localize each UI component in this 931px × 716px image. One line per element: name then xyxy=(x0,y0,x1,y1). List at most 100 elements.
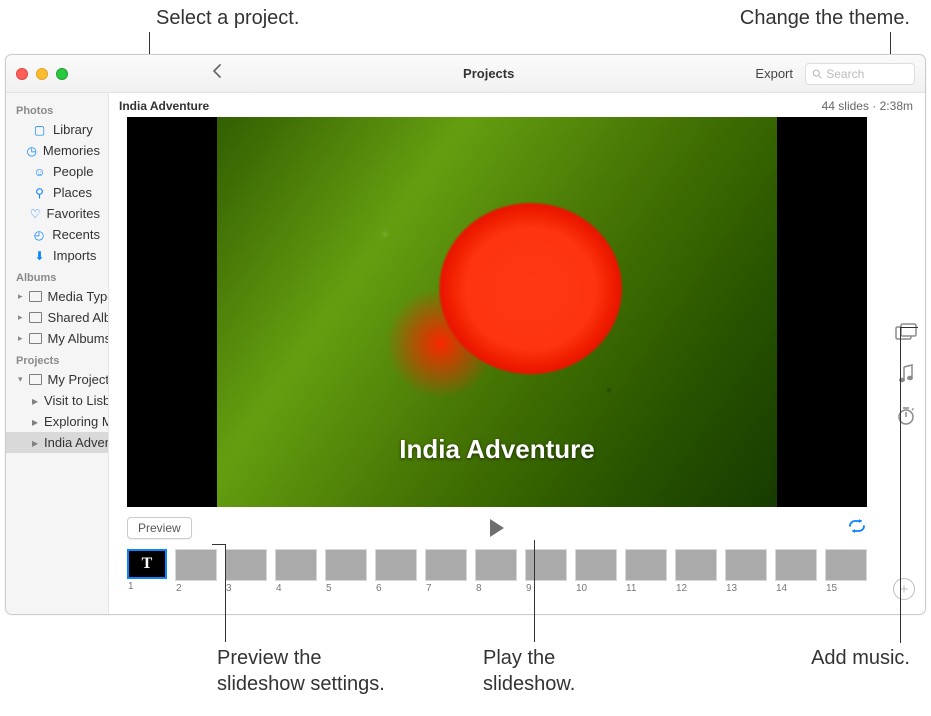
folder-icon xyxy=(29,289,42,304)
sidebar-item-visit-to-lisbon[interactable]: ▸Visit to Lisbon xyxy=(6,390,108,411)
callout-add-music: Add music. xyxy=(811,645,910,671)
thumbnail-image xyxy=(475,549,517,581)
slideshow-icon: ▸ xyxy=(32,414,38,429)
thumbnail[interactable]: 5 xyxy=(325,549,367,594)
callout-line xyxy=(225,544,226,642)
thumbnail[interactable]: 4 xyxy=(275,549,317,594)
thumbnail-image xyxy=(525,549,567,581)
sidebar-item-places[interactable]: ⚲Places xyxy=(6,182,108,203)
sidebar-section-albums: Albums xyxy=(6,266,108,286)
search-icon xyxy=(812,68,822,80)
export-button[interactable]: Export xyxy=(755,66,793,81)
sidebar-item-favorites[interactable]: ♡ Favorites xyxy=(6,203,108,224)
recents-icon: ◴ xyxy=(32,227,47,242)
thumbnail-image xyxy=(575,549,617,581)
minimize-icon[interactable] xyxy=(36,68,48,80)
sidebar-item-label: Exploring Mor… xyxy=(44,414,108,429)
thumbnail[interactable]: 15 xyxy=(825,549,867,594)
preview-button[interactable]: Preview xyxy=(127,517,192,539)
thumbnail[interactable]: 13 xyxy=(725,549,767,594)
sidebar-item-recents[interactable]: ◴ Recents xyxy=(6,224,108,245)
project-meta: 44 slides · 2:38m xyxy=(822,99,913,113)
chevron-right-icon: ▸ xyxy=(18,333,23,344)
sidebar-item-label: Shared Albums xyxy=(48,310,108,325)
thumbnail-number: 3 xyxy=(225,583,267,594)
callout-play-slideshow: Play the slideshow. xyxy=(483,645,575,697)
sidebar-item-my-albums[interactable]: ▸ My Albums xyxy=(6,328,108,349)
add-photo-button[interactable]: + xyxy=(893,578,915,600)
sidebar-item-exploring-mor[interactable]: ▸ Exploring Mor… xyxy=(6,411,108,432)
thumbnail[interactable]: 8 xyxy=(475,549,517,594)
thumbnail-image xyxy=(375,549,417,581)
thumbnail-image xyxy=(675,549,717,581)
sidebar-item-label: Memories xyxy=(43,143,100,158)
callout-select-project: Select a project. xyxy=(156,5,299,31)
library-icon: ▢ xyxy=(32,122,47,137)
thumbnail-number: 10 xyxy=(575,583,617,594)
sidebar-item-library[interactable]: ▢ Library xyxy=(6,119,108,140)
sidebar-item-label: India Adventure xyxy=(44,435,108,450)
sidebar-item-media-types[interactable]: ▸Media Types xyxy=(6,286,108,307)
thumbnail-image xyxy=(625,549,667,581)
thumbnail[interactable]: 14 xyxy=(775,549,817,594)
thumbnail-strip: T123456789 10 11 1213 14 15 xyxy=(127,547,867,596)
thumbnail[interactable]: 6 xyxy=(375,549,417,594)
search-input[interactable] xyxy=(826,67,908,81)
sidebar: Photos ▢ Library ◷Memories ☺People ⚲Place… xyxy=(6,93,109,614)
thumbnail-image xyxy=(175,549,217,581)
thumbnail[interactable]: 9 xyxy=(525,549,567,594)
thumbnail-number: 1 xyxy=(127,581,167,592)
close-icon[interactable] xyxy=(16,68,28,80)
music-button[interactable] xyxy=(895,363,917,385)
zoom-icon[interactable] xyxy=(56,68,68,80)
thumbnail-image xyxy=(825,549,867,581)
project-header: India Adventure 44 slides · 2:38m xyxy=(109,93,925,117)
thumbnail-number: 9 xyxy=(525,583,567,594)
thumbnail[interactable]: 2 xyxy=(175,549,217,594)
sidebar-item-india-adventure[interactable]: ▸India Adventure xyxy=(6,432,108,453)
sidebar-item-label: Recents xyxy=(52,227,100,242)
loop-button[interactable] xyxy=(847,518,867,538)
sidebar-item-label: Favorites xyxy=(47,206,100,221)
sidebar-item-label: Library xyxy=(53,122,93,137)
thumbnail-number: 15 xyxy=(825,583,867,594)
thumbnail-number: 4 xyxy=(275,583,317,594)
sidebar-item-label: Visit to Lisbon xyxy=(44,393,108,408)
thumbnail[interactable]: T1 xyxy=(127,549,167,594)
right-tool-column xyxy=(895,321,917,427)
favorites-icon: ♡ xyxy=(30,206,41,221)
thumbnail[interactable]: 10 xyxy=(575,549,617,594)
people-icon: ☺ xyxy=(32,164,47,179)
callout-line xyxy=(900,327,918,328)
callout-line xyxy=(212,544,226,545)
theme-button[interactable] xyxy=(895,321,917,343)
thumbnail[interactable]: 12 xyxy=(675,549,717,594)
sidebar-item-label: Places xyxy=(53,185,92,200)
app-window: Projects Export Photos ▢ Library ◷Memorie… xyxy=(5,54,926,615)
thumbnail[interactable]: 7 xyxy=(425,549,467,594)
sidebar-item-label: My Albums xyxy=(48,331,108,346)
thumbnail-number: 11 xyxy=(625,583,667,594)
thumbnail[interactable]: 3 xyxy=(225,549,267,594)
duration-button[interactable] xyxy=(895,405,917,427)
sidebar-item-people[interactable]: ☺People xyxy=(6,161,108,182)
sidebar-item-my-projects[interactable]: ▾My Projects xyxy=(6,369,108,390)
callout-change-theme: Change the theme. xyxy=(740,5,910,31)
sidebar-item-imports[interactable]: ⬇ Imports xyxy=(6,245,108,266)
thumbnail[interactable]: 11 xyxy=(625,549,667,594)
thumbnail-image xyxy=(325,549,367,581)
titlebar: Projects Export xyxy=(6,55,925,93)
play-button[interactable] xyxy=(490,519,504,537)
callout-preview-settings: Preview the slideshow settings. xyxy=(217,645,385,697)
sidebar-section-photos: Photos xyxy=(6,99,108,119)
thumbnail-number: 14 xyxy=(775,583,817,594)
imports-icon: ⬇ xyxy=(32,248,47,263)
back-button[interactable] xyxy=(212,63,222,84)
thumbnail-number: 6 xyxy=(375,583,417,594)
chevron-right-icon: ▸ xyxy=(18,291,23,302)
sidebar-item-memories[interactable]: ◷Memories xyxy=(6,140,108,161)
search-field[interactable] xyxy=(805,63,915,85)
sidebar-section-projects: Projects xyxy=(6,349,108,369)
sidebar-item-label: Imports xyxy=(53,248,96,263)
sidebar-item-shared-albums[interactable]: ▸Shared Albums xyxy=(6,307,108,328)
